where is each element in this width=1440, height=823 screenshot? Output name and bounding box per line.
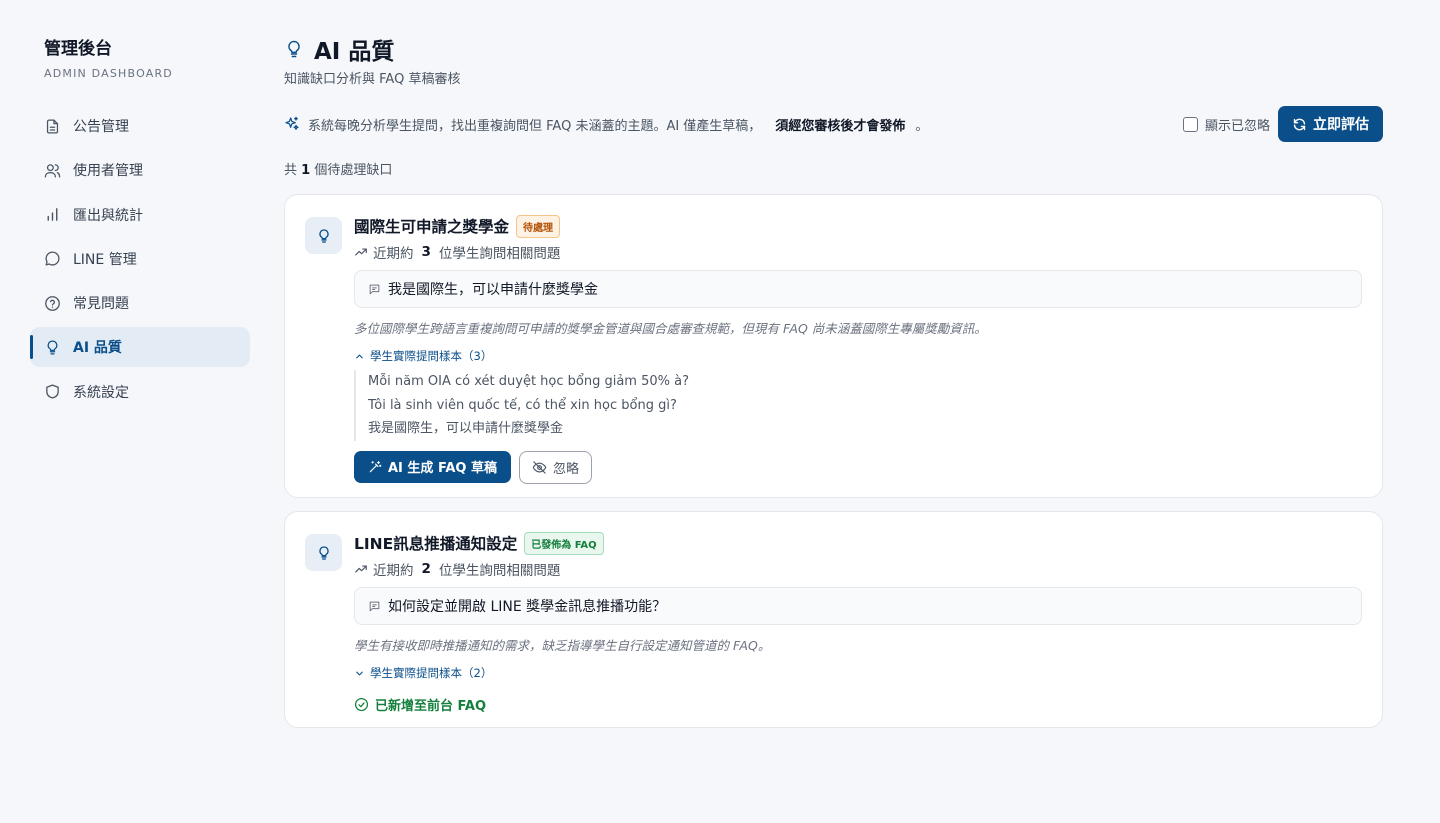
gap-title: LINE訊息推播通知設定: [354, 535, 518, 553]
info-bar: 系統每晚分析學生提問，找出重複詢問但 FAQ 未涵蓋的主題。AI 僅產生草稿， …: [284, 106, 1383, 142]
added-status: 已新增至前台 FAQ: [354, 695, 1362, 714]
sidebar-item-users[interactable]: 使用者管理: [30, 150, 250, 190]
representative-question: 如何設定並開啟 LINE 獎學金訊息推播功能？: [354, 587, 1362, 625]
eye-off-icon: [532, 460, 547, 474]
brand-subtitle: ADMIN DASHBOARD: [44, 67, 173, 80]
status-badge: 待處理: [516, 214, 561, 238]
gap-card: 國際生可申請之獎學金 待處理 近期約 3 位學生詢問相關問題 我是國際生，可以申…: [284, 194, 1383, 498]
info-emphasis: 須經您審核後才會發佈: [775, 118, 906, 134]
samples-list: Mỗi năm OIA có xét duyệt học bổng giảm 5…: [354, 370, 1362, 441]
page-subtitle: 知識缺口分析與 FAQ 草稿審核: [284, 72, 461, 87]
sidebar-item-faq[interactable]: 常見問題: [30, 283, 250, 323]
ai-generate-faq-button[interactable]: AI 生成 FAQ 草稿: [354, 450, 511, 483]
sidebar-item-label: AI 品質: [73, 340, 122, 357]
trend-count: 2: [421, 561, 431, 577]
trending-up-icon: [355, 248, 367, 256]
gap-description: 多位國際學生跨語言重複詢問可申請的獎學金管道與國合處審查規範，但現有 FAQ 尚…: [354, 321, 987, 336]
samples-label: 學生實際提問樣本（2）: [370, 666, 493, 680]
gap-description: 學生有接收即時推播通知的需求，缺乏指導學生自行設定通知管道的 FAQ。: [354, 638, 771, 653]
sidebar-item-export-stats[interactable]: 匯出與統計: [30, 195, 250, 235]
chevron-down-icon: [356, 671, 363, 675]
gap-card: LINE訊息推播通知設定 已發佈為 FAQ 近期約 2 位學生詢問相關問題 如何…: [284, 511, 1383, 728]
bar-chart-icon: [47, 208, 58, 221]
show-ignored-label: 顯示已忽略: [1204, 118, 1270, 134]
ai-generate-faq-label: AI 生成 FAQ 草稿: [388, 461, 497, 476]
message-square-icon: [369, 601, 380, 611]
count-suffix: 個待處理缺口: [314, 163, 393, 178]
sidebar-item-label: 使用者管理: [73, 163, 143, 180]
card-icon-box: [305, 534, 342, 571]
question-text: 如何設定並開啟 LINE 獎學金訊息推播功能？: [388, 599, 667, 615]
show-ignored-toggle[interactable]: 顯示已忽略: [1182, 115, 1270, 134]
trend-count: 3: [421, 244, 431, 260]
trend-row: 近期約 3 位學生詢問相關問題: [354, 242, 1362, 262]
list-item: Mỗi năm OIA có xét duyệt học bổng giảm 5…: [354, 370, 1362, 394]
trending-up-icon: [355, 565, 367, 573]
sparkles-icon: [285, 116, 299, 130]
help-circle-icon: [45, 295, 60, 311]
sidebar-item-label: 公告管理: [73, 119, 129, 135]
magic-wand-icon: [369, 460, 382, 472]
check-circle-icon: [354, 697, 369, 712]
page-title: AI 品質: [314, 39, 395, 65]
count-number: 1: [301, 163, 311, 178]
shield-icon: [46, 384, 59, 399]
lightbulb-icon: [288, 40, 300, 58]
trend-suffix: 位學生詢問相關問題: [438, 246, 561, 262]
users-icon: [44, 163, 61, 178]
samples-toggle[interactable]: 學生實際提問樣本（2）: [354, 665, 1362, 681]
refresh-icon: [1293, 118, 1306, 130]
trend-suffix: 位學生詢問相關問題: [438, 563, 561, 579]
representative-question: 我是國際生，可以申請什麼獎學金: [354, 270, 1362, 308]
sidebar-item-label: 匯出與統計: [73, 207, 143, 224]
added-label: 已新增至前台 FAQ: [375, 699, 487, 714]
list-item: 我是國際生，可以申請什麼獎學金: [354, 417, 1362, 441]
samples-label: 學生實際提問樣本（3）: [370, 349, 493, 363]
evaluate-now-button[interactable]: 立即評估: [1278, 106, 1383, 142]
sidebar: 管理後台 ADMIN DASHBOARD 公告管理 使用者管理 匯出與統計 LI…: [0, 0, 268, 823]
info-end: 。: [915, 118, 929, 134]
card-actions: AI 生成 FAQ 草稿 忽略: [354, 450, 1362, 484]
sidebar-item-settings[interactable]: 系統設定: [30, 372, 250, 412]
ignore-label: 忽略: [552, 461, 579, 477]
card-icon-box: [305, 217, 342, 254]
trend-row: 近期約 2 位學生詢問相關問題: [354, 559, 1362, 579]
samples-toggle[interactable]: 學生實際提問樣本（3）: [354, 348, 1362, 364]
trend-prefix: 近期約: [373, 246, 414, 262]
lightbulb-icon: [47, 340, 58, 355]
evaluate-now-label: 立即評估: [1313, 117, 1369, 133]
question-text: 我是國際生，可以申請什麼獎學金: [388, 282, 598, 298]
status-badge: 已發佈為 FAQ: [524, 531, 604, 555]
message-square-icon: [369, 284, 380, 294]
list-item: Tôi là sinh viên quốc tế, có thể xin học…: [354, 393, 1362, 417]
count-prefix: 共: [284, 163, 298, 178]
sidebar-item-label: 常見問題: [73, 296, 129, 313]
gap-title: 國際生可申請之獎學金: [354, 218, 510, 236]
sidebar-item-ai-quality[interactable]: AI 品質: [30, 327, 250, 368]
chat-bubble-icon: [45, 251, 60, 266]
chevron-up-icon: [356, 354, 363, 358]
page-header: AI 品質: [284, 32, 394, 66]
show-ignored-checkbox[interactable]: [1182, 116, 1198, 132]
sidebar-item-label: 系統設定: [73, 384, 129, 401]
brand-title: 管理後台: [44, 39, 112, 59]
lightbulb-icon: [318, 545, 329, 560]
info-text: 系統每晚分析學生提問，找出重複詢問但 FAQ 未涵蓋的主題。AI 僅產生草稿，: [308, 118, 762, 134]
trend-prefix: 近期約: [373, 563, 414, 579]
sidebar-nav: 公告管理 使用者管理 匯出與統計 LINE 管理 常見問題 AI 品質 系統設定: [30, 106, 250, 412]
ignore-button[interactable]: 忽略: [518, 450, 592, 484]
document-icon: [46, 118, 59, 134]
lightbulb-icon: [318, 228, 329, 243]
sidebar-item-announcements[interactable]: 公告管理: [30, 106, 250, 146]
sidebar-item-line[interactable]: LINE 管理: [30, 239, 250, 279]
pending-count: 共 1 個待處理缺口: [284, 159, 392, 178]
sidebar-item-label: LINE 管理: [73, 251, 137, 268]
